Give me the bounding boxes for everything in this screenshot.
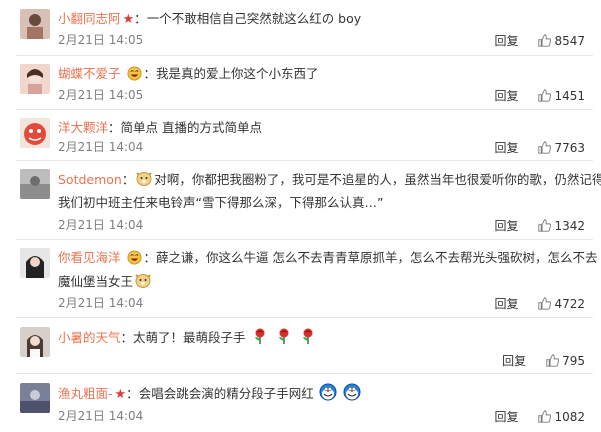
colon: ：	[108, 120, 121, 135]
like-button[interactable]: 1082	[538, 410, 585, 424]
comment-body-continued: 我们初中班主任来电铃声“雪下得那么深，下得那么认真…”	[58, 192, 587, 214]
timestamp: 2月21日 14:04	[58, 296, 144, 310]
reply-button[interactable]: 回复	[502, 352, 526, 369]
reply-button[interactable]: 回复	[494, 32, 518, 49]
colon: ：	[120, 330, 134, 345]
colon: ：	[121, 172, 135, 187]
comment-actions: 回复 8547	[494, 32, 585, 49]
username-link[interactable]: 你看见海洋	[58, 250, 121, 265]
star-badge-icon: ★	[114, 387, 127, 402]
thumbs-up-icon	[538, 297, 552, 310]
colon: ：	[134, 11, 147, 26]
username-link[interactable]: 小暑的天气	[58, 330, 121, 345]
laughing-emoji	[126, 66, 142, 81]
avatar[interactable]	[20, 169, 50, 199]
comment-actions: 回复 1082	[494, 408, 585, 425]
comment-body: 渔丸粗面- ★：会唱会跳会演的精分段子手网红	[58, 383, 587, 406]
timestamp: 2月21日 14:04	[58, 140, 144, 154]
avatar[interactable]	[20, 383, 50, 413]
avatar[interactable]	[20, 327, 50, 357]
doge-emoji	[135, 274, 151, 288]
reply-button[interactable]: 回复	[494, 295, 518, 312]
comment-body: 蝴蝶不爱子 ：我是真的爱上你这个小东西了	[58, 63, 587, 85]
username-link[interactable]: 洋大颗洋	[58, 120, 108, 135]
comment-item: 渔丸粗面- ★：会唱会跳会演的精分段子手网红 2月21日 14:04 回复 108…	[0, 374, 601, 432]
comment-actions: 回复 1342	[494, 217, 585, 234]
comment-text: 简单点 直播的方式简单点	[120, 120, 263, 135]
comment-text: 一个不敢相信自己突然就这么红の boy	[146, 11, 362, 26]
comment-text: 会唱会跳会演的精分段子手网红	[138, 386, 314, 401]
comment-item: 洋大颗洋：简单点 直播的方式简单点 2月21日 14:04 回复 7763	[0, 110, 601, 161]
reply-button[interactable]: 回复	[494, 87, 518, 104]
thumbs-up-icon	[538, 219, 552, 232]
doge-emoji	[136, 172, 153, 186]
thumbs-up-icon	[538, 410, 552, 423]
comment-actions: 回复 4722	[494, 295, 585, 312]
star-badge-icon: ★	[122, 12, 135, 27]
username-link[interactable]: Sotdemon	[58, 172, 122, 187]
avatar[interactable]	[20, 118, 50, 148]
comment-text: 魔仙堡当女王	[58, 274, 134, 289]
thumbs-up-icon	[538, 34, 552, 47]
like-count: 4722	[554, 296, 585, 311]
comment-text: 太萌了！最萌段子手	[133, 330, 246, 345]
like-button[interactable]: 4722	[538, 297, 585, 311]
reply-button[interactable]: 回复	[494, 217, 518, 234]
comment-actions: 回复 7763	[494, 139, 585, 156]
comment-item: 小暑的天气：太萌了！最萌段子手 回复 795	[0, 318, 601, 374]
comment-item: 蝴蝶不爱子 ：我是真的爱上你这个小东西了 2月21日 14:05 回复 1451	[0, 56, 601, 110]
comment-actions: 回复 1451	[494, 87, 585, 104]
doraemon-emoji	[343, 383, 361, 401]
avatar[interactable]	[20, 64, 50, 94]
comment-body: 小暑的天气：太萌了！最萌段子手	[58, 327, 587, 349]
laughing-emoji	[126, 250, 142, 265]
comment-text: 我是真的爱上你这个小东西了	[156, 66, 319, 81]
rose-emoji	[254, 328, 265, 344]
timestamp: 2月21日 14:05	[58, 33, 144, 47]
reply-button[interactable]: 回复	[494, 408, 518, 425]
comment-body: 洋大颗洋：简单点 直播的方式简单点	[58, 117, 587, 139]
like-button[interactable]: 1342	[538, 219, 585, 233]
colon: ：	[126, 386, 139, 401]
like-count: 7763	[554, 140, 585, 155]
like-count: 1082	[554, 409, 585, 424]
like-count: 8547	[554, 33, 585, 48]
comment-item: 小翻同志阿 ★：一个不敢相信自己突然就这么红の boy 2月21日 14:05 回…	[0, 0, 601, 56]
like-button[interactable]: 7763	[538, 141, 585, 155]
thumbs-up-icon	[538, 141, 552, 154]
thumbs-up-icon	[538, 89, 552, 102]
like-button[interactable]: 8547	[538, 34, 585, 48]
timestamp: 2月21日 14:04	[58, 218, 144, 232]
like-count: 1342	[554, 218, 585, 233]
username-link[interactable]: 蝴蝶不爱子	[58, 66, 121, 81]
comment-actions: 回复 795	[502, 352, 585, 369]
rose-emoji	[278, 328, 289, 344]
timestamp: 2月21日 14:04	[58, 409, 144, 423]
comment-body: 小翻同志阿 ★：一个不敢相信自己突然就这么红の boy	[58, 8, 587, 31]
comment-text: 薛之谦，你这么牛逼 怎么不去青青草原抓羊，怎么不去帮光头强砍树，怎么不去	[156, 250, 598, 265]
comment-body-continued: 魔仙堡当女王	[58, 271, 587, 293]
like-count: 795	[562, 353, 585, 368]
like-button[interactable]: 795	[546, 354, 585, 368]
username-link[interactable]: 渔丸粗面-	[58, 386, 113, 401]
comment-text: 对啊，你都把我圈粉了，我可是不追星的人，虽然当年也很爱听你的歌，仍然记得	[154, 172, 601, 187]
timestamp: 2月21日 14:05	[58, 88, 144, 102]
comment-body: 你看见海洋 ：薛之谦，你这么牛逼 怎么不去青青草原抓羊，怎么不去帮光头强砍树，怎…	[58, 247, 598, 269]
reply-button[interactable]: 回复	[494, 139, 518, 156]
like-button[interactable]: 1451	[538, 89, 585, 103]
comment-text: 我们初中班主任来电铃声“雪下得那么深，下得那么认真…”	[58, 195, 384, 210]
comment-body: Sotdemon： 对啊，你都把我圈粉了，我可是不追星的人，虽然当年也很爱听你的歌…	[58, 169, 601, 191]
avatar[interactable]	[20, 9, 50, 39]
username-link[interactable]: 小翻同志阿	[58, 11, 121, 26]
colon: ：	[143, 66, 157, 81]
comment-item: 你看见海洋 ：薛之谦，你这么牛逼 怎么不去青青草原抓羊，怎么不去帮光头强砍树，怎…	[0, 240, 601, 318]
comment-item: Sotdemon： 对啊，你都把我圈粉了，我可是不追星的人，虽然当年也很爱听你的歌…	[0, 161, 601, 240]
avatar[interactable]	[20, 248, 50, 278]
like-count: 1451	[554, 88, 585, 103]
thumbs-up-icon	[546, 354, 560, 367]
colon: ：	[143, 250, 157, 265]
comment-list: 小翻同志阿 ★：一个不敢相信自己突然就这么红の boy 2月21日 14:05 回…	[0, 0, 601, 432]
rose-emoji	[302, 328, 312, 344]
doraemon-emoji	[319, 383, 337, 401]
